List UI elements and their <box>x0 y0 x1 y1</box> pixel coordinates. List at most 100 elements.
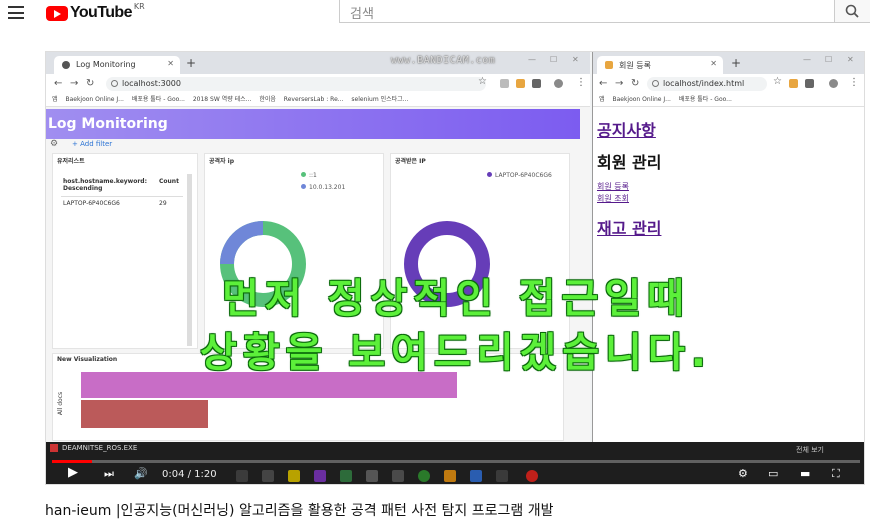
divider <box>61 196 183 197</box>
bookmark-item[interactable]: 배포용 툴타 - Goo... <box>132 96 185 103</box>
taskbar-app-icon <box>418 470 430 482</box>
time-display: 0:04 / 1:20 <box>162 469 217 480</box>
member-register-link[interactable]: 회원 등록 <box>597 181 629 192</box>
y-axis-label: All docs <box>57 391 65 416</box>
legend-item[interactable]: ::1 <box>301 172 317 179</box>
taskbar-app-icon <box>392 470 404 482</box>
more-menu-icon[interactable]: ⋮ <box>576 77 586 88</box>
region-code: KR <box>133 1 145 11</box>
taskbar-app-icon <box>366 470 378 482</box>
progress-bar[interactable] <box>52 460 860 463</box>
bookmark-item[interactable]: 앱 <box>599 96 605 103</box>
minimize-icon[interactable]: — <box>528 55 536 64</box>
forward-icon[interactable]: → <box>70 78 78 89</box>
minimize-icon[interactable]: — <box>803 55 811 64</box>
reload-icon[interactable]: ↻ <box>86 78 94 89</box>
progress-fill <box>52 460 93 463</box>
profile-avatar-icon[interactable] <box>829 79 838 88</box>
url-field[interactable]: localhost/index.html <box>647 77 767 91</box>
address-bar: ← → ↻ localhost:3000 ☆ ⋮ <box>46 74 590 94</box>
back-icon[interactable]: ← <box>54 78 62 89</box>
extension-icon[interactable] <box>516 79 525 88</box>
search-input[interactable]: 검색 <box>350 3 374 22</box>
legend-item[interactable]: LAPTOP-6P40C6G6 <box>487 172 552 179</box>
volume-icon[interactable]: 🔊 <box>134 467 148 480</box>
tab-member-register[interactable]: 회원 등록 ✕ <box>597 56 723 74</box>
bookmark-item[interactable]: 배포용 툴타 - Goo... <box>679 96 732 103</box>
donut-segment <box>220 221 264 265</box>
star-icon[interactable]: ☆ <box>478 76 487 87</box>
bookmark-item[interactable]: Baekjoon Online J... <box>65 96 123 103</box>
back-icon[interactable]: ← <box>599 78 607 89</box>
url-text: localhost:3000 <box>122 79 181 88</box>
tab-title: 회원 등록 <box>619 61 651 70</box>
bar[interactable] <box>81 400 208 428</box>
bandicam-watermark: www.BANDICAM.com <box>391 55 496 66</box>
bookmark-item[interactable]: 한이음 <box>259 96 276 103</box>
fullscreen-icon[interactable]: ⛶ <box>832 467 840 481</box>
favicon-icon <box>62 61 70 69</box>
bookmark-item[interactable]: ReversersLab : Re... <box>284 96 344 103</box>
close-tab-icon[interactable]: ✕ <box>710 59 717 68</box>
maximize-icon[interactable]: ☐ <box>550 55 557 64</box>
bookmarks-bar: 앱 Baekjoon Online J... 배포용 툴타 - Goo... <box>593 94 864 107</box>
column-header-host[interactable]: host.hostname.keyword: Descending <box>63 178 155 192</box>
search-box[interactable]: 검색 <box>339 0 835 23</box>
menu-icon[interactable] <box>8 6 24 19</box>
bookmark-item[interactable]: selenium 인스타그... <box>351 96 408 103</box>
youtube-logo-text: YouTube <box>70 4 132 21</box>
show-all-button[interactable]: 전체 보기 <box>796 445 824 455</box>
favicon-icon <box>605 61 613 69</box>
search-icon <box>845 4 859 18</box>
bookmark-item[interactable]: Baekjoon Online J... <box>612 96 670 103</box>
taskbar-app-icon <box>526 470 538 482</box>
stock-link[interactable]: 재고 관리 <box>597 215 661 239</box>
taskbar-file-item[interactable]: DEAMNITSE_ROS.EXE <box>50 444 170 458</box>
url-text: localhost/index.html <box>663 79 745 88</box>
new-tab-icon[interactable]: + <box>731 56 741 70</box>
search-button[interactable] <box>835 0 870 23</box>
notice-link[interactable]: 공지사항 <box>597 117 656 141</box>
next-icon[interactable]: ⏭ <box>104 467 114 481</box>
controls-row: ▶ ⏭ 🔊 0:04 / 1:20 ⚙ ▭ ▬ ⛶ <box>46 464 864 484</box>
close-tab-icon[interactable]: ✕ <box>167 59 174 68</box>
subtitle-line-1: 먼저 정상적인 접근일때 <box>222 276 690 322</box>
member-search-link[interactable]: 회원 조회 <box>597 193 629 204</box>
legend-item[interactable]: 10.0.13.201 <box>301 184 345 191</box>
video-player[interactable]: Log Monitoring ✕ + www.BANDICAM.com — ☐ … <box>45 51 865 485</box>
youtube-logo[interactable]: YouTube KR <box>46 1 145 22</box>
forward-icon[interactable]: → <box>615 78 623 89</box>
theater-mode-icon[interactable]: ▬ <box>800 467 810 480</box>
address-bar: ← → ↻ localhost/index.html ☆ ⋮ <box>593 74 864 94</box>
subtitle-line-2: 상황을 보여드리겠습니다. <box>200 330 712 376</box>
close-window-icon[interactable]: ✕ <box>847 55 854 64</box>
gear-icon[interactable]: ⚙ <box>50 139 58 149</box>
file-icon <box>50 444 58 452</box>
info-icon <box>652 80 659 87</box>
bookmark-item[interactable]: 2018 SW 역량 테스... <box>193 96 252 103</box>
bookmarks-bar: 앱 Baekjoon Online J... 배포용 툴타 - Goo... 2… <box>46 94 590 107</box>
extension-icon[interactable] <box>532 79 541 88</box>
miniplayer-icon[interactable]: ▭ <box>768 467 778 480</box>
more-menu-icon[interactable]: ⋮ <box>849 77 859 88</box>
url-field[interactable]: localhost:3000 <box>106 77 486 91</box>
maximize-icon[interactable]: ☐ <box>825 55 832 64</box>
reload-icon[interactable]: ↻ <box>631 78 639 89</box>
play-icon[interactable]: ▶ <box>68 465 78 480</box>
extension-icon[interactable] <box>789 79 798 88</box>
close-window-icon[interactable]: ✕ <box>572 55 579 64</box>
left-browser-window: Log Monitoring ✕ + www.BANDICAM.com — ☐ … <box>46 52 590 442</box>
settings-gear-icon[interactable]: ⚙ <box>738 467 748 480</box>
bookmark-item[interactable]: 앱 <box>52 96 58 103</box>
column-header-count[interactable]: Count <box>159 178 179 185</box>
new-tab-icon[interactable]: + <box>186 56 196 70</box>
star-icon[interactable]: ☆ <box>773 76 782 87</box>
extension-icon[interactable] <box>805 79 814 88</box>
tab-log-monitoring[interactable]: Log Monitoring ✕ <box>54 56 180 74</box>
add-filter-link[interactable]: + Add filter <box>72 140 112 148</box>
taskbar-app-icon <box>444 470 456 482</box>
extension-icon[interactable] <box>500 79 509 88</box>
youtube-play-logo-icon <box>46 5 68 21</box>
profile-avatar-icon[interactable] <box>554 79 563 88</box>
panel-title: 공격받은 IP <box>395 158 426 165</box>
